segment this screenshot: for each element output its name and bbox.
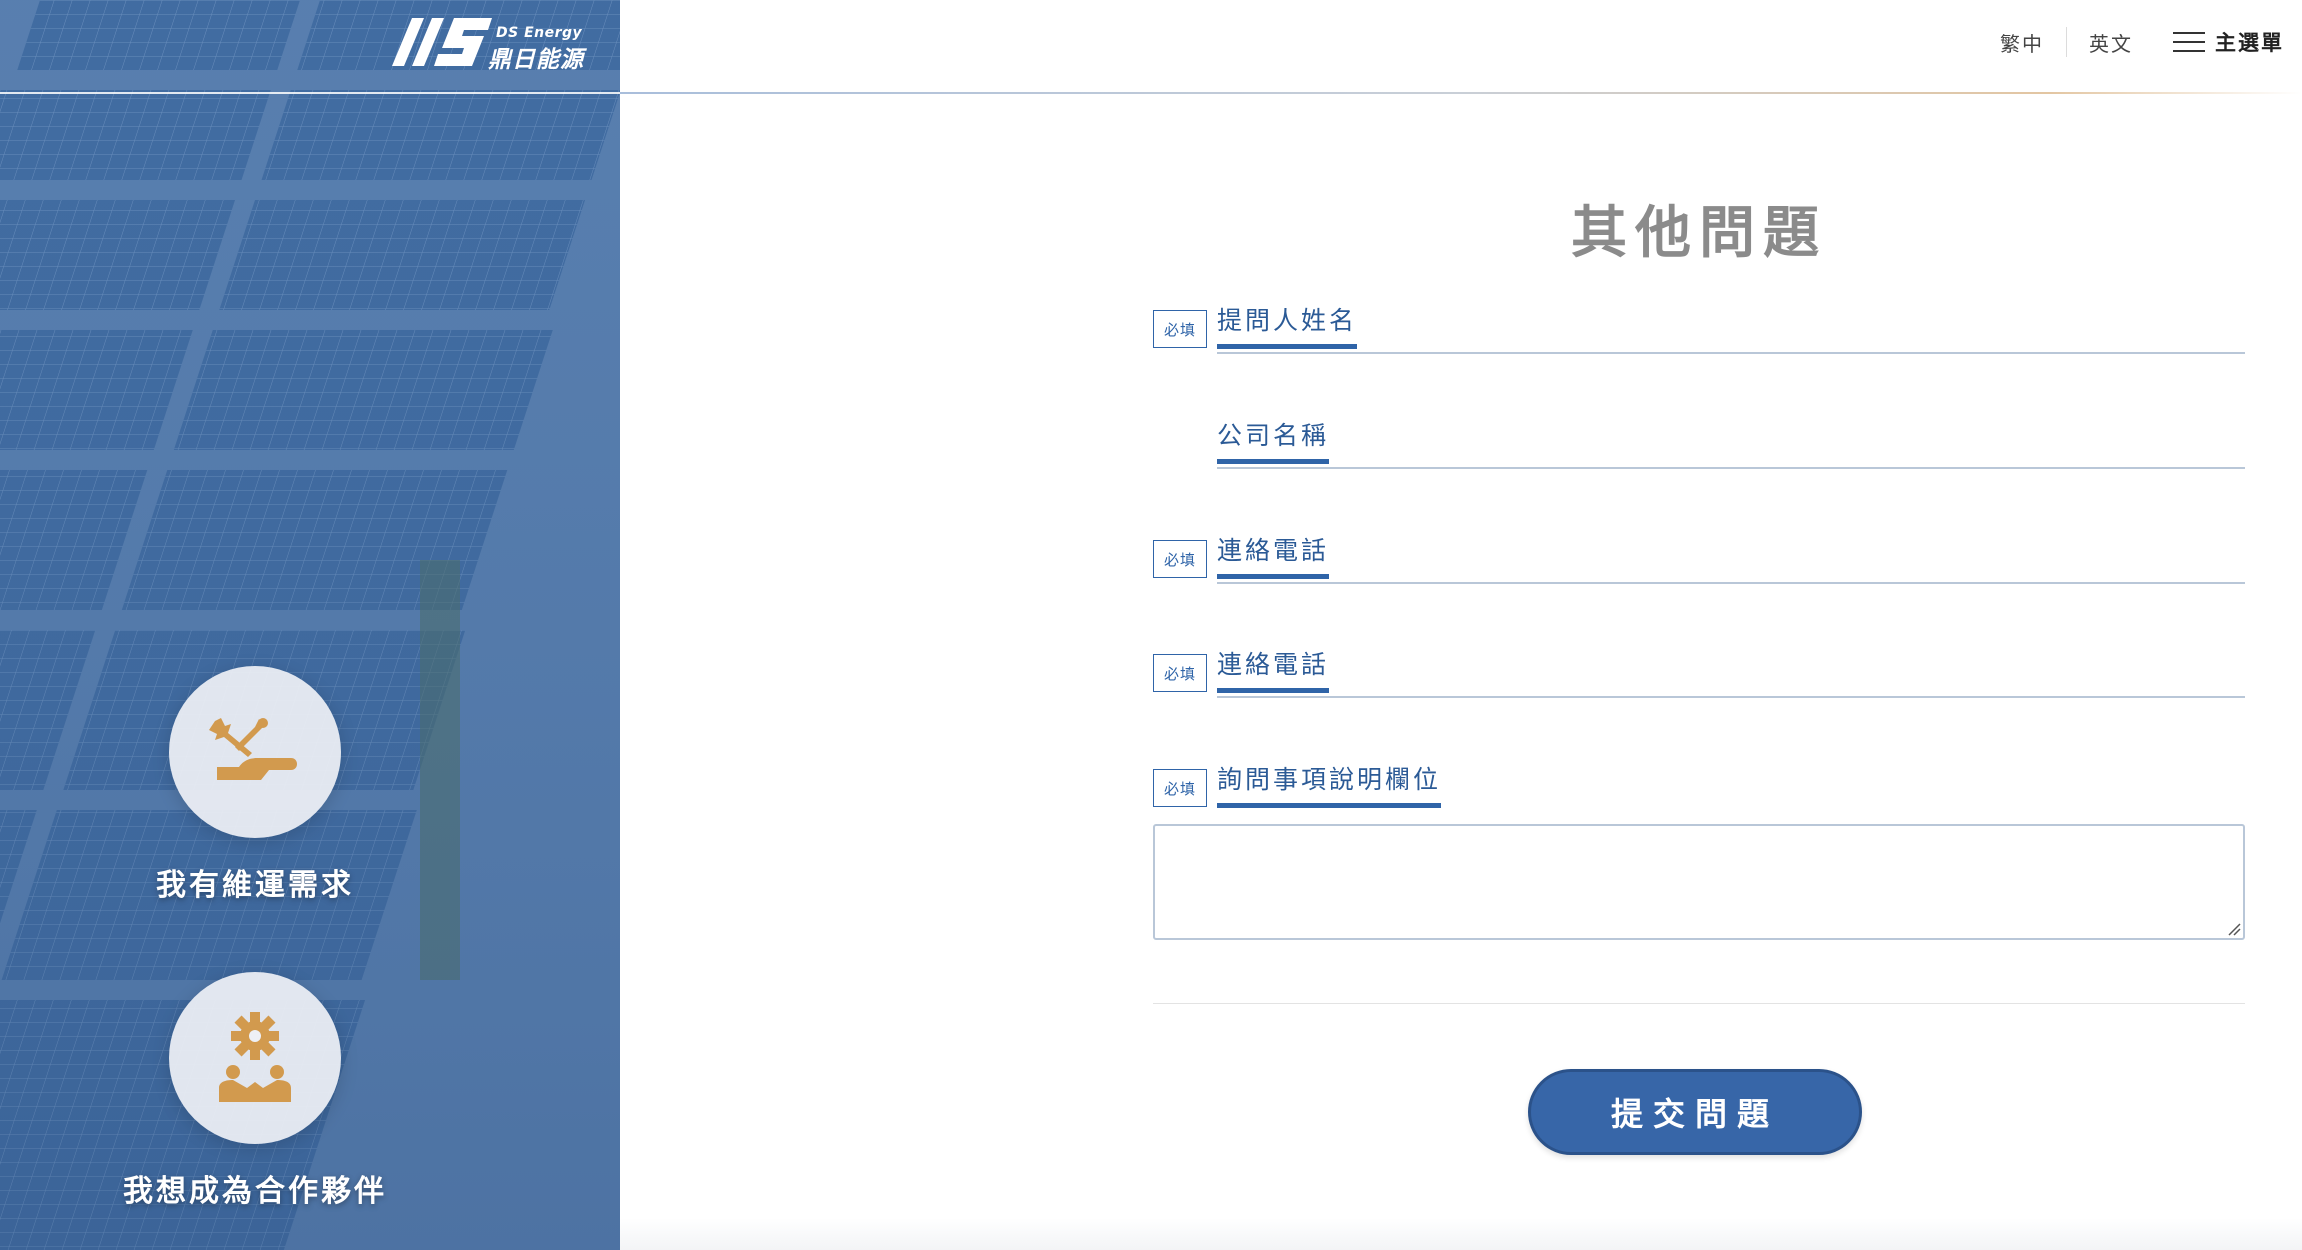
name-field-row: 必填 提問人姓名 [1153, 296, 2245, 358]
header-divider-left [0, 92, 620, 94]
gear-people-icon [219, 1012, 291, 1102]
maintenance-request-link[interactable]: 我有維運需求 [0, 666, 510, 904]
logo-text-zh: 鼎日能源 [488, 47, 584, 73]
name-field-label: 提問人姓名 [1217, 306, 1358, 349]
phone-field-label-2: 連絡電話 [1217, 650, 1330, 693]
company-input[interactable] [1217, 467, 2245, 469]
header-divider [620, 92, 2302, 94]
phone-field-label: 連絡電話 [1217, 536, 1330, 579]
required-badge: 必填 [1153, 769, 1207, 807]
company-field-label: 公司名稱 [1217, 421, 1330, 464]
description-field-label: 詢問事項說明欄位 [1217, 765, 1442, 808]
phone-field-row: 必填 連絡電話 [1153, 526, 2245, 588]
hero-panel: DS Energy 鼎日能源 我有維運需求 我想成為合作夥伴 [0, 0, 620, 1250]
name-input[interactable] [1217, 352, 2245, 354]
maintenance-icon-circle[interactable] [169, 666, 341, 838]
form-divider [1153, 1003, 2245, 1004]
required-badge: 必填 [1153, 654, 1207, 692]
lang-traditional-chinese[interactable]: 繁中 [1978, 28, 2066, 57]
resize-handle-icon[interactable] [2227, 922, 2241, 936]
partner-icon-circle[interactable] [169, 972, 341, 1144]
hamburger-icon [2173, 30, 2205, 54]
company-field-row: 公司名稱 [1153, 411, 2245, 473]
maintenance-link-label: 我有維運需求 [156, 868, 354, 903]
phone-field-row-2: 必填 連絡電話 [1153, 640, 2245, 702]
description-field-row: 必填 詢問事項說明欄位 [1153, 755, 2245, 817]
submit-question-button[interactable]: 提交問題 [1528, 1069, 1862, 1155]
ds-energy-logo[interactable]: DS Energy 鼎日能源 [384, 10, 594, 73]
main-menu-button[interactable]: 主選單 [2173, 27, 2284, 57]
description-textarea[interactable] [1153, 824, 2245, 940]
required-badge: 必填 [1153, 540, 1207, 578]
bottom-fade [620, 1218, 2302, 1250]
phone-input-2[interactable] [1217, 696, 2245, 698]
become-partner-link[interactable]: 我想成為合作夥伴 [0, 972, 510, 1210]
page-title: 其他問題 [1571, 201, 1827, 266]
required-badge: 必填 [1153, 310, 1207, 348]
top-nav: 繁中 英文 主選單 [1978, 22, 2284, 62]
main-menu-label: 主選單 [2215, 31, 2284, 55]
tools-hand-icon [209, 718, 297, 780]
phone-input[interactable] [1217, 582, 2245, 584]
logo-text-en: DS Energy [496, 25, 583, 41]
partner-link-label: 我想成為合作夥伴 [123, 1174, 387, 1209]
lang-english[interactable]: 英文 [2067, 28, 2155, 57]
